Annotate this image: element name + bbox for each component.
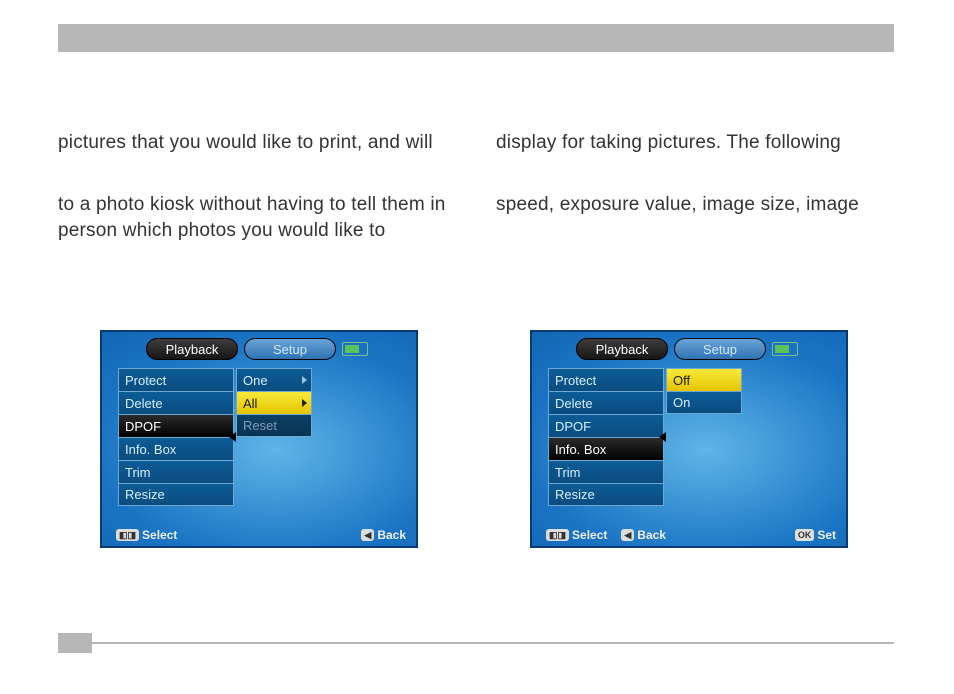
menu-footer-left: ◧◨ Select ◀ Back xyxy=(116,528,406,542)
menu-item-resize[interactable]: Resize xyxy=(548,483,664,506)
menu-item-label: DPOF xyxy=(125,419,161,434)
left-text-column: pictures that you would like to print, a… xyxy=(58,130,458,280)
right-paragraph-2: speed, exposure value, image size, image xyxy=(496,192,896,218)
footer-back-label: Back xyxy=(377,528,406,542)
tab-bar: Playback Setup xyxy=(146,338,368,360)
chevron-right-icon xyxy=(302,399,307,407)
menu-item-dpof[interactable]: DPOF xyxy=(118,414,234,437)
right-text-column: display for taking pictures. The followi… xyxy=(496,130,896,254)
menu-footer-right: ◧◨ Select ◀ Back OK Set xyxy=(546,528,836,542)
main-menu-list-right: Protect Delete DPOF Info. Box Trim Resiz… xyxy=(548,368,664,506)
right-paragraph-1: display for taking pictures. The followi… xyxy=(496,130,896,156)
footer-divider xyxy=(58,642,894,644)
menu-item-trim[interactable]: Trim xyxy=(548,460,664,483)
footer-back: ◀ Back xyxy=(361,528,406,542)
submenu-pointer-icon xyxy=(659,432,666,442)
header-divider xyxy=(58,24,894,52)
submenu-pointer-icon xyxy=(229,432,236,442)
dpad-icon: ◧◨ xyxy=(546,529,569,541)
left-paragraph-1: pictures that you would like to print, a… xyxy=(58,130,458,156)
sub-item-label: All xyxy=(243,396,257,411)
sub-item-on[interactable]: On xyxy=(666,391,742,414)
dpad-icon: ◧◨ xyxy=(116,529,139,541)
sub-menu-list-left: One All Reset xyxy=(236,368,312,437)
footer-back-label: Back xyxy=(637,528,666,542)
footer-select-label: Select xyxy=(572,528,607,542)
back-icon: ◀ xyxy=(621,529,634,541)
tab-setup[interactable]: Setup xyxy=(244,338,336,360)
sub-item-label: Reset xyxy=(243,418,277,433)
menu-item-infobox[interactable]: Info. Box xyxy=(118,437,234,460)
menu-item-resize[interactable]: Resize xyxy=(118,483,234,506)
menu-item-label: Info. Box xyxy=(555,442,606,457)
tab-setup[interactable]: Setup xyxy=(674,338,766,360)
ok-icon: OK xyxy=(795,529,815,541)
battery-icon xyxy=(772,342,798,356)
left-paragraph-2: to a photo kiosk without having to tell … xyxy=(58,192,458,244)
tab-playback[interactable]: Playback xyxy=(576,338,668,360)
sub-item-label: On xyxy=(673,395,690,410)
chevron-right-icon xyxy=(302,376,307,384)
sub-item-all[interactable]: All xyxy=(236,391,312,414)
menu-item-protect[interactable]: Protect xyxy=(118,368,234,391)
sub-item-label: Off xyxy=(673,373,690,388)
menu-item-infobox[interactable]: Info. Box xyxy=(548,437,664,460)
battery-icon xyxy=(342,342,368,356)
tab-playback[interactable]: Playback xyxy=(146,338,238,360)
footer-back: ◀ Back xyxy=(621,528,666,542)
sub-item-label: One xyxy=(243,373,268,388)
sub-item-one[interactable]: One xyxy=(236,368,312,391)
footer-select-label: Select xyxy=(142,528,177,542)
footer-select: ◧◨ Select xyxy=(116,528,177,542)
sub-item-reset[interactable]: Reset xyxy=(236,414,312,437)
menu-item-delete[interactable]: Delete xyxy=(118,391,234,414)
main-menu-list-left: Protect Delete DPOF Info. Box Trim Resiz… xyxy=(118,368,234,506)
page-number-tab xyxy=(58,633,92,653)
sub-menu-list-right: Off On xyxy=(666,368,742,414)
camera-menu-infobox: Playback Setup Protect Delete DPOF Info.… xyxy=(530,330,848,548)
camera-menu-dpof: Playback Setup Protect Delete DPOF Info.… xyxy=(100,330,418,548)
back-icon: ◀ xyxy=(361,529,374,541)
menu-item-delete[interactable]: Delete xyxy=(548,391,664,414)
sub-item-off[interactable]: Off xyxy=(666,368,742,391)
tab-bar: Playback Setup xyxy=(576,338,798,360)
footer-select: ◧◨ Select xyxy=(546,528,607,542)
menu-item-trim[interactable]: Trim xyxy=(118,460,234,483)
footer-set-label: Set xyxy=(817,528,836,542)
menu-item-dpof[interactable]: DPOF xyxy=(548,414,664,437)
menu-item-protect[interactable]: Protect xyxy=(548,368,664,391)
footer-set: OK Set xyxy=(795,528,836,542)
